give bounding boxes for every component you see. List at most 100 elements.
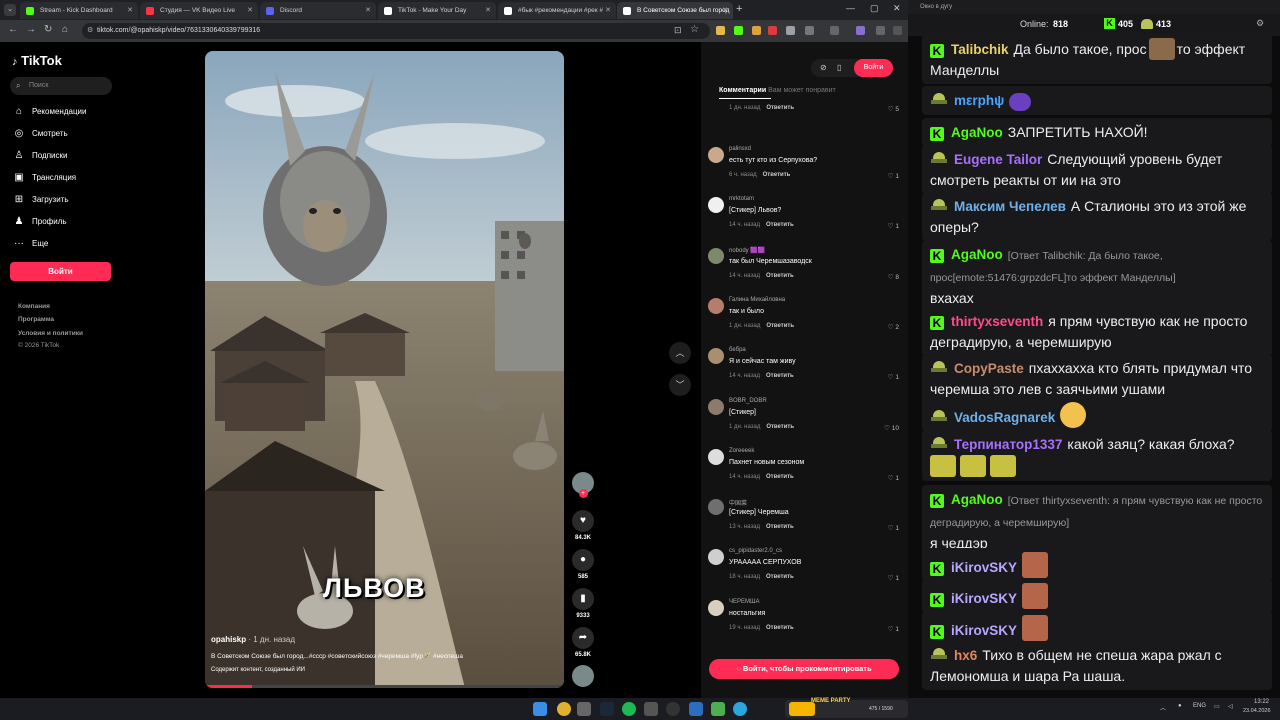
extension-icon[interactable] bbox=[752, 26, 761, 35]
commenter-avatar[interactable] bbox=[708, 499, 724, 516]
comment-likes[interactable]: ♡ 2 bbox=[888, 323, 899, 331]
app-icon[interactable] bbox=[711, 702, 725, 716]
device-icon[interactable]: ▯ bbox=[837, 59, 841, 77]
close-window-icon[interactable]: ✕ bbox=[893, 3, 901, 14]
video-author[interactable]: opahiskp · 1 дн. назад bbox=[211, 635, 295, 644]
nav-live[interactable]: ▣ Трансляция bbox=[12, 170, 122, 186]
commenter-name[interactable]: mrktotam bbox=[729, 196, 754, 202]
install-icon[interactable]: ⊡ bbox=[674, 25, 683, 35]
commenter-avatar[interactable] bbox=[708, 549, 724, 566]
tab-tiktok-home[interactable]: TikTok - Make Your Day ✕ bbox=[378, 2, 496, 19]
start-icon[interactable] bbox=[533, 702, 547, 716]
network-icon[interactable]: ▭ bbox=[1214, 703, 1220, 710]
volume-icon[interactable]: ◁ bbox=[1228, 703, 1233, 710]
tray-chevron-icon[interactable]: ︿ bbox=[1160, 703, 1166, 712]
nav-more[interactable]: ··· Еще bbox=[12, 236, 122, 252]
footer-terms[interactable]: Условия и политики bbox=[18, 330, 83, 337]
close-tab-icon[interactable]: ✕ bbox=[247, 2, 253, 19]
menu-dots-icon[interactable] bbox=[893, 26, 902, 35]
commenter-name[interactable]: palinsxd bbox=[729, 146, 751, 152]
media-widget[interactable]: MEME PARTY 475 / 1590 bbox=[785, 698, 908, 718]
chat-username[interactable]: AgaNoo bbox=[951, 492, 1003, 507]
spotify-icon[interactable] bbox=[622, 702, 636, 716]
comment-likes[interactable]: ♡ 1 bbox=[888, 625, 899, 633]
comment-likes[interactable]: ♡ 1 bbox=[888, 373, 899, 381]
bookmark-star-icon[interactable]: ☆ bbox=[690, 24, 699, 35]
chat-username[interactable]: AgaNoo bbox=[951, 247, 1003, 262]
tab-tiktok-tags[interactable]: #бык #рекомендации #рек # ✕ bbox=[498, 2, 616, 19]
chat-settings-icon[interactable]: ⚙ bbox=[1256, 18, 1264, 29]
login-to-comment-button[interactable]: ◌ Войти, чтобы прокомментировать bbox=[709, 659, 899, 679]
lang-indicator[interactable]: ENG bbox=[1193, 703, 1206, 709]
tiktok-logo[interactable]: ♪ TikTok bbox=[12, 53, 62, 68]
chat-username[interactable]: AgaNoo bbox=[951, 125, 1003, 140]
reply-link[interactable]: Ответить bbox=[766, 273, 794, 279]
bookmark-action[interactable]: ▮ 9333 bbox=[572, 588, 594, 619]
reply-link[interactable]: Ответить bbox=[766, 373, 794, 379]
chat-username[interactable]: Talibchik bbox=[951, 42, 1009, 57]
comment-action[interactable]: ● 585 bbox=[572, 549, 594, 580]
chat-username[interactable]: Максим Чепелев bbox=[954, 199, 1066, 214]
next-video-button[interactable]: ﹀ bbox=[669, 374, 691, 396]
comment-likes[interactable]: ♡ 1 bbox=[888, 222, 899, 230]
extension-icon[interactable] bbox=[768, 26, 777, 35]
minimize-icon[interactable]: — bbox=[846, 3, 855, 13]
telegram-icon[interactable] bbox=[733, 702, 747, 716]
tab-search-icon[interactable]: ⌄ bbox=[4, 4, 16, 16]
commenter-avatar[interactable] bbox=[708, 247, 724, 264]
chat-username[interactable]: VadosRagnarek bbox=[954, 410, 1055, 425]
comment-likes[interactable]: ♡ 1 bbox=[888, 574, 899, 582]
tab-vk-studio[interactable]: Студия — VK Видео Live ✕ bbox=[140, 2, 258, 19]
close-tab-icon[interactable]: ✕ bbox=[722, 2, 728, 19]
nav-recommendations[interactable]: ⌂ Рекомендации bbox=[12, 104, 122, 120]
tab-you-may-like[interactable]: Вам может понравит bbox=[768, 87, 836, 94]
chrome-icon[interactable] bbox=[557, 702, 571, 716]
commenter-name[interactable]: BOBR_DOBR bbox=[729, 398, 767, 404]
maximize-icon[interactable]: ▢ bbox=[870, 3, 879, 14]
reload-icon[interactable]: ↻ bbox=[44, 24, 52, 35]
site-info-icon[interactable]: ⚙ bbox=[87, 23, 93, 39]
comment-likes[interactable]: ♡ 1 bbox=[888, 474, 899, 482]
prev-video-button[interactable]: ︿ bbox=[669, 342, 691, 364]
chat-username[interactable]: Терпинатор1337 bbox=[954, 437, 1062, 452]
commenter-avatar[interactable] bbox=[708, 599, 724, 616]
download-icon[interactable] bbox=[830, 26, 839, 35]
close-tab-icon[interactable]: ✕ bbox=[485, 2, 491, 19]
tab-comments[interactable]: Комментарии bbox=[719, 87, 766, 94]
commenter-avatar[interactable] bbox=[708, 398, 724, 415]
login-top-button[interactable]: Войти bbox=[854, 59, 893, 77]
close-tab-icon[interactable]: ✕ bbox=[127, 2, 133, 19]
profile-avatar-icon[interactable] bbox=[856, 26, 865, 35]
close-tab-icon[interactable]: ✕ bbox=[605, 2, 611, 19]
commenter-name[interactable]: Zoreeeek bbox=[729, 448, 754, 454]
comment-likes[interactable]: ♡ 1 bbox=[888, 172, 899, 180]
nav-upload[interactable]: ⊞ Загрузить bbox=[12, 192, 122, 208]
obs-icon[interactable] bbox=[666, 702, 680, 716]
reply-link[interactable]: Ответить bbox=[766, 524, 794, 530]
app-icon[interactable] bbox=[644, 702, 658, 716]
steam-icon[interactable] bbox=[600, 702, 614, 716]
close-tab-icon[interactable]: ✕ bbox=[365, 2, 371, 19]
chat-username[interactable]: thirtyxseventh bbox=[951, 314, 1043, 329]
video-progress-bar[interactable] bbox=[205, 685, 564, 688]
chat-username[interactable]: iKirovSKY bbox=[951, 591, 1017, 606]
commenter-name[interactable]: бебра bbox=[729, 347, 746, 353]
tab-kick-dashboard[interactable]: Stream - Kick Dashboard ✕ bbox=[20, 2, 138, 19]
explorer-icon[interactable] bbox=[577, 702, 591, 716]
commenter-name[interactable]: 中国菜 bbox=[729, 498, 747, 507]
commenter-name[interactable]: nobody 🟪🟪 bbox=[729, 247, 765, 254]
commenter-name[interactable]: cs_pipidaster2.0_cs bbox=[729, 548, 782, 554]
reply-link[interactable]: Ответить bbox=[766, 424, 794, 430]
chat-username[interactable]: Eugene Tailor bbox=[954, 152, 1042, 167]
footer-program[interactable]: Программа bbox=[18, 316, 54, 323]
reply-link[interactable]: Ответить bbox=[766, 323, 794, 329]
comment-likes[interactable]: ♡ 8 bbox=[888, 273, 899, 281]
chat-username[interactable]: CopyPaste bbox=[954, 361, 1024, 376]
video-description[interactable]: В Советском Союзе был город...#ссср #сов… bbox=[211, 652, 463, 660]
chat-username[interactable]: hx6 bbox=[954, 648, 977, 663]
music-disc[interactable] bbox=[572, 665, 594, 687]
commenter-avatar[interactable] bbox=[708, 348, 724, 365]
video-player[interactable]: ЛЬВОВ opahiskp · 1 дн. назад В Советском… bbox=[205, 51, 564, 688]
tab-discord[interactable]: Discord ✕ bbox=[260, 2, 376, 19]
comment-likes[interactable]: ♡ 1 bbox=[888, 524, 899, 532]
